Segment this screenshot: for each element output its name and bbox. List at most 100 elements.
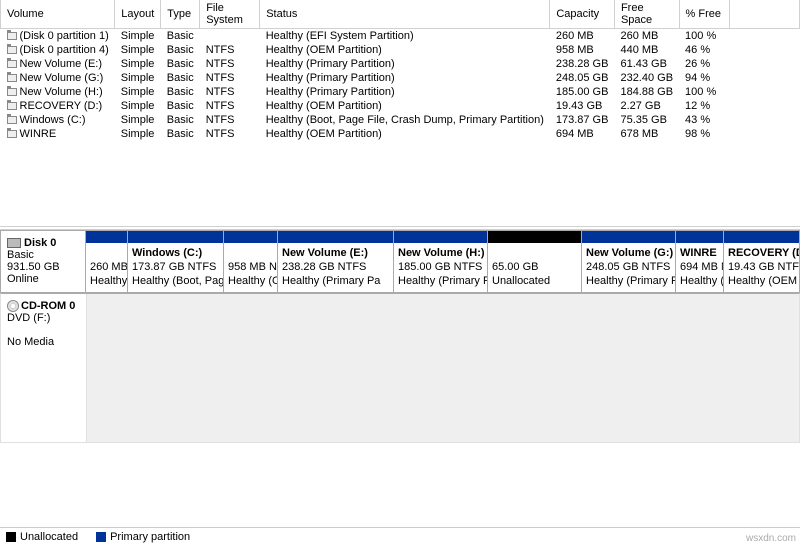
disk-icon [7, 238, 21, 248]
volume-row[interactable]: (Disk 0 partition 4)SimpleBasicNTFSHealt… [1, 43, 800, 57]
volume-layout: Simple [115, 57, 161, 71]
partition-size: 65.00 GB [492, 261, 538, 273]
volume-capacity: 248.05 GB [550, 71, 615, 85]
volume-status: Healthy (OEM Partition) [260, 127, 550, 141]
volume-capacity: 238.28 GB [550, 57, 615, 71]
partition-title: RECOVERY (D:) [728, 247, 799, 259]
partition-block[interactable]: WINRE694 MB NHealthy (O [676, 231, 724, 292]
partition-color-bar [488, 231, 581, 243]
col-capacity[interactable]: Capacity [550, 0, 615, 29]
volume-row[interactable]: WINRESimpleBasicNTFSHealthy (OEM Partiti… [1, 127, 800, 141]
swatch-unallocated-icon [6, 532, 16, 542]
volume-icon [7, 102, 17, 110]
volume-free: 61.43 GB [614, 57, 679, 71]
volume-name: Windows (C:) [20, 114, 86, 126]
col-status[interactable]: Status [260, 0, 550, 29]
volume-capacity: 185.00 GB [550, 85, 615, 99]
col-type[interactable]: Type [161, 0, 200, 29]
volume-fs: NTFS [200, 85, 260, 99]
col-filesystem[interactable]: File System [200, 0, 260, 29]
partition-size: 185.00 GB NTFS [398, 261, 482, 273]
volume-row[interactable]: RECOVERY (D:)SimpleBasicNTFSHealthy (OEM… [1, 99, 800, 113]
volume-type: Basic [161, 127, 200, 141]
partition-body: New Volume (E:)238.28 GB NTFSHealthy (Pr… [278, 243, 393, 292]
volume-fs: NTFS [200, 99, 260, 113]
volume-type: Basic [161, 43, 200, 57]
disc-icon [7, 300, 19, 312]
partition-size: 958 MB N [228, 261, 277, 273]
volume-icon [7, 32, 17, 40]
volume-layout: Simple [115, 29, 161, 44]
volume-icon [7, 74, 17, 82]
volume-row[interactable]: (Disk 0 partition 1) SimpleBasic Healthy (… [1, 29, 800, 44]
volume-status: Healthy (Primary Partition) [260, 85, 550, 99]
volume-fs: NTFS [200, 57, 260, 71]
partition-color-bar [582, 231, 675, 243]
volume-layout: Simple [115, 113, 161, 127]
volume-layout: Simple [115, 43, 161, 57]
volume-icon [7, 46, 17, 54]
volume-status: Healthy (OEM Partition) [260, 99, 550, 113]
volume-icon [7, 130, 17, 138]
cdrom-drive: DVD (F:) [7, 312, 50, 324]
cdrom-empty-area[interactable] [87, 294, 799, 442]
partition-block[interactable]: New Volume (G:)248.05 GB NTFSHealthy (Pr… [582, 231, 676, 292]
partition-status: Unallocated [492, 275, 550, 287]
disk-map-pane[interactable]: Disk 0 Basic 931.50 GB Online 260 MBHeal… [0, 230, 800, 443]
volume-icon [7, 116, 17, 124]
volume-fs: NTFS [200, 71, 260, 85]
partition-block[interactable]: 958 MB N Healthy (O [224, 231, 278, 292]
volume-pct: 98 % [679, 127, 729, 141]
col-layout[interactable]: Layout [115, 0, 161, 29]
volume-name: New Volume (E:) [20, 58, 103, 70]
volume-layout: Simple [115, 127, 161, 141]
volume-row[interactable]: New Volume (G:)SimpleBasicNTFSHealthy (P… [1, 71, 800, 85]
partition-size: 248.05 GB NTFS [586, 261, 670, 273]
legend-primary: Primary partition [96, 531, 190, 543]
partition-body: 260 MBHealthy [86, 243, 127, 292]
volume-row[interactable]: Windows (C:)SimpleBasicNTFSHealthy (Boot… [1, 113, 800, 127]
col-volume[interactable]: Volume [1, 0, 115, 29]
volume-pct: 46 % [679, 43, 729, 57]
partition-status: Healthy (O [228, 275, 277, 287]
cdrom-title: CD-ROM 0 [21, 300, 75, 312]
volume-free: 75.35 GB [614, 113, 679, 127]
volume-type: Basic [161, 29, 200, 44]
partition-title: New Volume (E:) [282, 247, 368, 259]
partition-block[interactable]: New Volume (E:)238.28 GB NTFSHealthy (Pr… [278, 231, 394, 292]
volume-table[interactable]: Volume Layout Type File System Status Ca… [0, 0, 800, 141]
disk-0-label[interactable]: Disk 0 Basic 931.50 GB Online [1, 231, 86, 292]
volume-type: Basic [161, 99, 200, 113]
partition-color-bar [224, 231, 277, 243]
partition-block[interactable]: 260 MBHealthy [86, 231, 128, 292]
volume-status: Healthy (Primary Partition) [260, 57, 550, 71]
partition-body: WINRE694 MB NHealthy (O [676, 243, 723, 292]
volume-row[interactable]: New Volume (H:)SimpleBasicNTFSHealthy (P… [1, 85, 800, 99]
volume-name: (Disk 0 partition 1) [20, 30, 109, 42]
volume-layout: Simple [115, 99, 161, 113]
partition-status: Healthy [90, 275, 127, 287]
column-header-row: Volume Layout Type File System Status Ca… [1, 0, 800, 29]
volume-name: New Volume (G:) [20, 72, 104, 84]
volume-row[interactable]: New Volume (E:)SimpleBasicNTFSHealthy (P… [1, 57, 800, 71]
volume-free: 678 MB [614, 127, 679, 141]
partition-size: 19.43 GB NTFS [728, 261, 799, 273]
volume-capacity: 173.87 GB [550, 113, 615, 127]
volume-list-pane[interactable]: Volume Layout Type File System Status Ca… [0, 0, 800, 226]
partition-color-bar [278, 231, 393, 243]
volume-status: Healthy (EFI System Partition) [260, 29, 550, 44]
partition-block[interactable]: New Volume (H:)185.00 GB NTFSHealthy (Pr… [394, 231, 488, 292]
partition-block[interactable]: RECOVERY (D:)19.43 GB NTFSHealthy (OEM P [724, 231, 800, 292]
partition-title: WINRE [680, 247, 717, 259]
col-freespace[interactable]: Free Space [614, 0, 679, 29]
volume-pct: 100 % [679, 29, 729, 44]
partition-block[interactable]: 65.00 GB Unallocated [488, 231, 582, 292]
volume-free: 2.27 GB [614, 99, 679, 113]
col-pctfree[interactable]: % Free [679, 0, 729, 29]
disk-0-row: Disk 0 Basic 931.50 GB Online 260 MBHeal… [0, 230, 800, 293]
partition-block[interactable]: Windows (C:)173.87 GB NTFSHealthy (Boot,… [128, 231, 224, 292]
partition-body: 65.00 GB Unallocated [488, 243, 581, 292]
cdrom-label[interactable]: CD-ROM 0 DVD (F:) No Media [1, 294, 87, 442]
partition-color-bar [724, 231, 799, 243]
volume-name: (Disk 0 partition 4) [20, 44, 109, 56]
